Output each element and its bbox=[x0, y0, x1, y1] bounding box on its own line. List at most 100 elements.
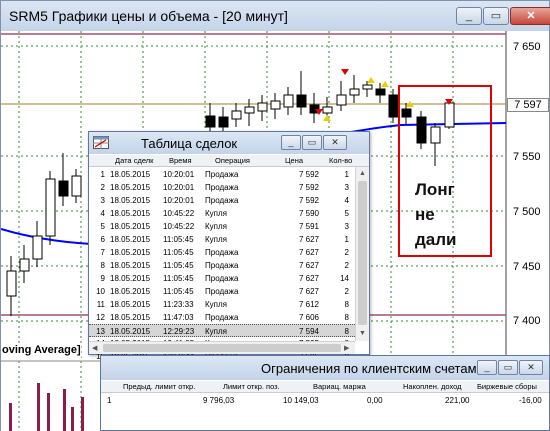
table-row[interactable]: 1 18.05.2015 10:20:01 Продажа 7 592 1 bbox=[89, 168, 369, 181]
row-operation: Купля bbox=[205, 235, 227, 244]
candle-bull bbox=[362, 84, 373, 90]
table-row[interactable]: 5 18.05.2015 10:45:22 Купля 7 591 3 bbox=[89, 220, 369, 233]
limits-restore-button[interactable]: ▭ bbox=[498, 360, 518, 375]
table-row[interactable]: 8 18.05.2015 11:05:45 Продажа 7 627 2 bbox=[89, 259, 369, 272]
window-controls: _ ▭ ✕ bbox=[456, 7, 550, 25]
row-price: 7 590 bbox=[298, 209, 319, 218]
deals-minimize-button[interactable]: _ bbox=[281, 135, 301, 150]
row-date: 18.05.2015 bbox=[110, 261, 151, 270]
row-time: 10:45:22 bbox=[163, 209, 195, 218]
deals-title: Таблица сделок bbox=[141, 136, 238, 151]
deals-close-button[interactable]: ✕ bbox=[323, 135, 347, 150]
row-operation: Продажа bbox=[205, 248, 239, 257]
col-time[interactable]: Время bbox=[169, 155, 192, 167]
row-num: 7 bbox=[100, 248, 105, 257]
table-row[interactable]: 4 18.05.2015 10:45:22 Купля 7 590 5 bbox=[89, 207, 369, 220]
col-exchange-fees[interactable]: Биржевые сборы bbox=[477, 381, 537, 393]
scroll-down-icon[interactable]: ▼ bbox=[359, 330, 366, 337]
candle-bull bbox=[257, 102, 268, 112]
limits-title: Ограничения по клиентским счетам bbox=[261, 361, 477, 376]
limits-row[interactable]: 1 9 796,03 10 149,03 0,00 221,00 -16,00 bbox=[101, 394, 549, 407]
row-qty: 5 bbox=[344, 209, 349, 218]
deals-horizontal-thumb[interactable] bbox=[103, 344, 341, 352]
row-qty: 4 bbox=[344, 196, 349, 205]
row-price: 7 591 bbox=[298, 222, 319, 231]
row-time: 11:05:45 bbox=[163, 248, 194, 257]
limits-minimize-button[interactable]: _ bbox=[477, 360, 497, 375]
row-time: 11:23:33 bbox=[163, 300, 194, 309]
scroll-right-icon[interactable]: ▶ bbox=[344, 345, 349, 352]
row-qty: 8 bbox=[344, 313, 349, 322]
row-num: 8 bbox=[100, 261, 105, 270]
row-date: 18.05.2015 bbox=[110, 248, 151, 257]
table-row[interactable]: 11 18.05.2015 11:23:33 Купля 7 612 8 bbox=[89, 298, 369, 311]
row-price: 7 592 bbox=[298, 170, 319, 179]
row-price: 7 627 bbox=[298, 287, 319, 296]
current-price-marker: 7 597 bbox=[507, 98, 549, 112]
col-open-limit[interactable]: Лимит откр. поз. bbox=[223, 381, 280, 393]
deals-table-header: Дата сделк Время Операция Цена Кол-во bbox=[89, 155, 369, 167]
table-row[interactable]: 3 18.05.2015 10:20:01 Продажа 7 592 4 bbox=[89, 194, 369, 207]
row-operation: Купля bbox=[205, 300, 227, 309]
candle-bull bbox=[19, 258, 30, 272]
col-prev-limit[interactable]: Предыд. лимит откр. bbox=[123, 381, 195, 393]
table-icon bbox=[93, 136, 109, 149]
row-qty: 1 bbox=[344, 235, 349, 244]
sell-signal-icon bbox=[341, 69, 349, 75]
deals-horizontal-scrollbar[interactable]: ◀ ▶ bbox=[89, 341, 355, 354]
table-row[interactable]: 2 18.05.2015 10:20:01 Продажа 7 592 3 bbox=[89, 181, 369, 194]
col-accrued-income[interactable]: Накоплен. доход bbox=[403, 381, 462, 393]
candle-bull bbox=[6, 270, 17, 297]
candle-bull bbox=[322, 106, 333, 114]
minimize-button[interactable]: _ bbox=[456, 7, 482, 25]
row-qty: 3 bbox=[344, 183, 349, 192]
close-button[interactable]: ✕ bbox=[510, 7, 550, 25]
row-qty: 14 bbox=[340, 274, 349, 283]
table-row[interactable]: 13 18.05.2015 12:29:23 Купля 7 594 8 bbox=[89, 324, 369, 337]
candle-bull bbox=[270, 100, 281, 110]
annotation-text: Лонг не дали bbox=[415, 177, 457, 252]
row-qty: 8 bbox=[344, 300, 349, 309]
limits-titlebar[interactable]: Ограничения по клиентским счетам _ ▭ ✕ bbox=[101, 356, 549, 380]
scroll-up-icon[interactable]: ▲ bbox=[359, 170, 366, 177]
table-row[interactable]: 9 18.05.2015 11:05:45 Продажа 7 627 14 bbox=[89, 272, 369, 285]
candle-bull bbox=[349, 88, 360, 96]
candle-bull bbox=[244, 106, 255, 114]
main-titlebar[interactable]: SRM5 Графики цены и объема - [20 минут] … bbox=[1, 1, 550, 31]
restore-button[interactable]: ▭ bbox=[483, 7, 509, 25]
deals-vertical-scrollbar[interactable]: ▲ ▼ bbox=[355, 167, 369, 341]
row-time: 11:05:45 bbox=[163, 274, 194, 283]
table-row[interactable]: 7 18.05.2015 11:05:45 Продажа 7 627 2 bbox=[89, 246, 369, 259]
row-date: 18.05.2015 bbox=[110, 196, 151, 205]
deals-restore-button[interactable]: ▭ bbox=[302, 135, 322, 150]
candle-bull bbox=[231, 110, 242, 120]
row-num: 2 bbox=[100, 183, 105, 192]
candle-bear bbox=[388, 94, 399, 118]
col-date[interactable]: Дата сделк bbox=[115, 155, 153, 167]
row-date: 18.05.2015 bbox=[110, 235, 151, 244]
annotation-line-1: Лонг bbox=[415, 180, 455, 199]
deals-vertical-thumb[interactable] bbox=[358, 181, 367, 325]
table-row[interactable]: 6 18.05.2015 11:05:45 Купля 7 627 1 bbox=[89, 233, 369, 246]
buy-signal-icon bbox=[323, 115, 331, 121]
limits-close-button[interactable]: ✕ bbox=[519, 360, 543, 375]
table-row[interactable]: 12 18.05.2015 11:47:03 Продажа 7 606 8 bbox=[89, 311, 369, 324]
col-operation[interactable]: Операция bbox=[215, 155, 250, 167]
row-operation: Продажа bbox=[205, 287, 239, 296]
col-qty[interactable]: Кол-во bbox=[329, 155, 352, 167]
col-variation-margin[interactable]: Вариац. маржа bbox=[313, 381, 366, 393]
row-price: 7 612 bbox=[298, 300, 319, 309]
row-num: 5 bbox=[100, 222, 105, 231]
row-time: 11:05:45 bbox=[163, 235, 194, 244]
candle-bear bbox=[205, 115, 216, 128]
limits-table-header: Предыд. лимит откр. Лимит откр. поз. Вар… bbox=[101, 381, 549, 393]
candle-bull bbox=[444, 102, 455, 128]
axis-label-7400: 7 400 bbox=[513, 315, 541, 327]
volume-bar bbox=[9, 403, 12, 431]
scroll-left-icon[interactable]: ◀ bbox=[92, 345, 97, 352]
deals-titlebar[interactable]: Таблица сделок _ ▭ ✕ bbox=[89, 132, 369, 154]
col-price[interactable]: Цена bbox=[285, 155, 303, 167]
row-num: 3 bbox=[100, 196, 105, 205]
table-row[interactable]: 10 18.05.2015 11:05:45 Продажа 7 627 2 bbox=[89, 285, 369, 298]
window-title: SRM5 Графики цены и объема - [20 минут] bbox=[9, 8, 288, 24]
